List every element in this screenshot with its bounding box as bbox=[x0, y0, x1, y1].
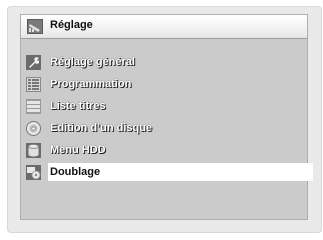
menu-item-general-setting[interactable]: Réglage général bbox=[21, 52, 307, 74]
menu-item-label: Programmation bbox=[50, 78, 132, 90]
menu-item-disc-edit[interactable]: Edition d’un disque bbox=[21, 118, 307, 140]
menu-item-programming[interactable]: Programmation bbox=[21, 74, 307, 96]
menu-item-label: Liste titres bbox=[50, 100, 106, 112]
schedule-grid-icon bbox=[26, 77, 41, 92]
setup-menu-list: Réglage général Programmation Liste titr… bbox=[21, 52, 313, 184]
settings-menu-icon bbox=[27, 19, 43, 34]
menu-item-label: Menu HDD bbox=[50, 144, 106, 156]
title-list-icon bbox=[26, 99, 41, 114]
menu-item-hdd-menu[interactable]: Menu HDD bbox=[21, 140, 307, 162]
menu-item-title-list[interactable]: Liste titres bbox=[21, 96, 307, 118]
wrench-icon bbox=[26, 55, 41, 70]
title-bar: Réglage bbox=[21, 15, 307, 39]
menu-item-label: Edition d’un disque bbox=[50, 122, 153, 134]
page-title: Réglage bbox=[50, 19, 93, 31]
menu-item-label: Doublage bbox=[50, 166, 101, 178]
disc-icon bbox=[26, 121, 41, 136]
hdd-icon bbox=[26, 143, 41, 158]
menu-item-label: Réglage général bbox=[50, 56, 135, 68]
dubbing-icon bbox=[26, 165, 41, 180]
setup-menu-panel: Réglage Réglage général Programmation Li… bbox=[20, 14, 313, 220]
menu-item-dubbing[interactable]: Doublage bbox=[21, 162, 313, 184]
